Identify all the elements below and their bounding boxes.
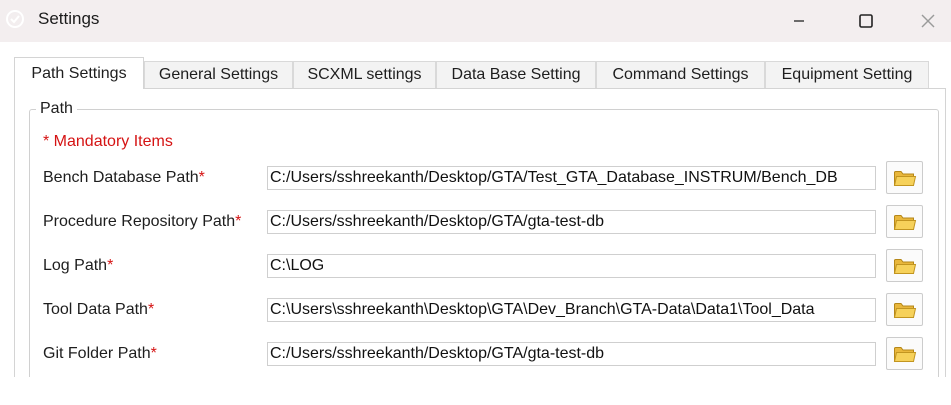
app-logo-icon [4,8,26,30]
git-folder-path-label: Git Folder Path* [43,345,157,363]
folder-icon [893,302,916,318]
tab-data-base-setting[interactable]: Data Base Setting [436,61,596,88]
row-label-text: Procedure Repository Path [43,213,236,230]
tool-data-path-input[interactable] [267,298,876,322]
folder-icon [893,214,916,230]
folder-icon [893,258,916,274]
row-label-text: Tool Data Path [43,301,148,318]
git-folder-path-browse-button[interactable] [886,337,923,370]
required-marker: * [107,257,114,274]
screenshot-bottom-edge [0,377,951,405]
window-title: Settings [38,9,100,28]
close-button[interactable] [905,0,951,42]
tab-general-settings[interactable]: General Settings [144,61,293,88]
maximize-button[interactable] [843,0,889,42]
bench-database-path-browse-button[interactable] [886,161,923,194]
procedure-repository-path-browse-button[interactable] [886,205,923,238]
required-marker: * [198,169,205,186]
folder-icon [893,170,916,186]
git-folder-path-input[interactable] [267,342,876,366]
procedure-repository-path-label: Procedure Repository Path* [43,213,241,231]
bench-database-path-input[interactable] [267,166,876,190]
tool-data-path-browse-button[interactable] [886,293,923,326]
minimize-button[interactable] [776,0,822,42]
row-label-text: Bench Database Path [43,169,199,186]
log-path-browse-button[interactable] [886,249,923,282]
tab-equipment-setting[interactable]: Equipment Setting [765,61,929,88]
bench-database-path-label: Bench Database Path* [43,169,205,187]
close-icon [921,14,935,28]
procedure-repository-path-input[interactable] [267,210,876,234]
title-bar: Settings [0,0,951,42]
required-marker: * [147,301,155,318]
row-label-text: Log Path [43,257,108,274]
path-group-title: Path [36,100,77,118]
required-marker: * [150,345,157,362]
tab-scxml-settings[interactable]: SCXML settings [293,61,436,88]
mandatory-items-note: * Mandatory Items [43,133,173,150]
log-path-label: Log Path* [43,257,113,275]
tab-command-settings[interactable]: Command Settings [596,61,765,88]
log-path-input[interactable] [267,254,876,278]
maximize-icon [859,14,873,28]
tab-path-settings[interactable]: Path Settings [14,57,144,89]
tool-data-path-label: Tool Data Path* [43,301,154,319]
row-label-text: Git Folder Path [43,345,151,362]
minimize-icon [794,20,804,22]
required-marker: * [235,213,242,230]
folder-icon [893,346,916,362]
